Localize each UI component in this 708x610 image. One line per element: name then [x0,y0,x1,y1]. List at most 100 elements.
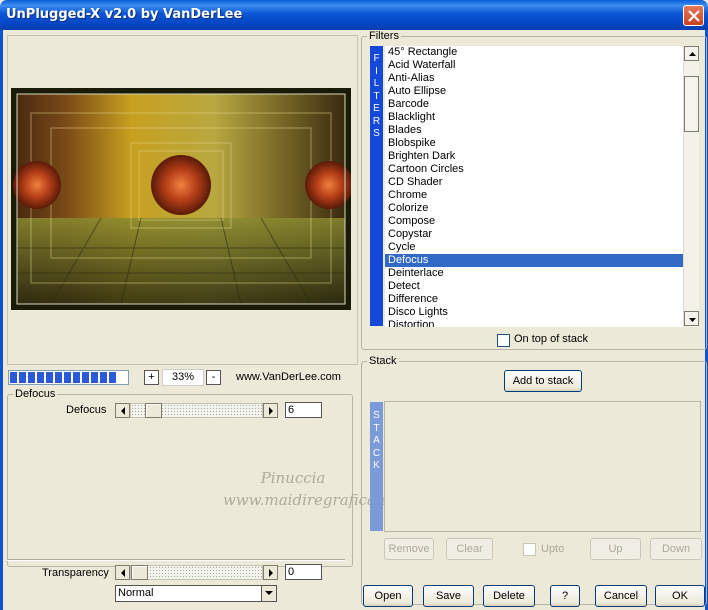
stack-list[interactable] [384,401,701,532]
list-item[interactable]: Acid Waterfall [385,59,683,72]
list-item[interactable]: Detect [385,280,683,293]
band-letter: R [372,115,381,127]
window-title: UnPlugged-X v2.0 by VanDerLee [6,7,243,22]
band-letter: K [373,460,380,471]
progress-segment [28,372,35,383]
defocus-value-field[interactable]: 6 [285,402,322,418]
title-bar[interactable]: UnPlugged-X v2.0 by VanDerLee [0,0,708,30]
list-item[interactable]: Deinterlace [385,267,683,280]
stack-group-title: Stack [367,355,399,367]
help-button[interactable]: ? [550,585,580,607]
filters-scrollbar[interactable] [683,46,699,327]
band-letter: F [373,53,380,64]
transparency-decrease-button[interactable] [115,565,130,580]
open-button[interactable]: Open [363,585,413,607]
arrow-right-icon [269,407,273,415]
band-letter: T [373,90,380,102]
list-item[interactable]: Auto Ellipse [385,85,683,98]
list-item[interactable]: Brighten Dark [385,150,683,163]
down-button[interactable]: Down [650,538,702,560]
clear-button[interactable]: Clear [446,538,493,560]
up-button[interactable]: Up [590,538,641,560]
arrow-left-icon [121,569,125,577]
cancel-button[interactable]: Cancel [595,585,647,607]
list-item[interactable]: Barcode [385,98,683,111]
defocus-increase-button[interactable] [263,403,278,418]
band-letter: I [375,65,378,77]
ok-button[interactable]: OK [655,585,705,607]
upto-checkbox[interactable] [523,543,536,556]
scroll-thumb[interactable] [684,76,699,132]
band-letter: L [373,78,380,89]
progress-segment [19,372,26,383]
delete-button[interactable]: Delete [483,585,535,607]
list-item[interactable]: Chrome [385,189,683,202]
add-to-stack-button[interactable]: Add to stack [504,370,582,392]
progress-segment [109,372,116,383]
list-item[interactable]: Difference [385,293,683,306]
transparency-slider[interactable] [130,565,263,580]
list-item[interactable]: Disco Lights [385,306,683,319]
list-item[interactable]: Blades [385,124,683,137]
on-top-checkbox[interactable] [497,334,510,347]
progress-segment [82,372,89,383]
list-item[interactable]: 45° Rectangle [385,46,683,59]
progress-segment [46,372,53,383]
on-top-label: On top of stack [514,333,588,345]
list-item[interactable]: Blacklight [385,111,683,124]
transparency-slider-thumb[interactable] [131,565,148,580]
defocus-slider-thumb[interactable] [145,403,162,418]
list-item[interactable]: Cycle [385,241,683,254]
progress-segment [64,372,71,383]
progress-segment [37,372,44,383]
remove-button[interactable]: Remove [384,538,434,560]
list-item[interactable]: Cartoon Circles [385,163,683,176]
list-item[interactable]: Blobspike [385,137,683,150]
progress-bar [8,370,129,385]
arrow-right-icon [269,569,273,577]
preview-image [11,88,351,310]
progress-segment [91,372,98,383]
chevron-down-icon [265,591,273,595]
blend-mode-select[interactable]: Normal [115,585,277,602]
zoom-out-button[interactable]: - [206,370,221,385]
list-item-selected[interactable]: Defocus [385,254,683,267]
transparency-increase-button[interactable] [263,565,278,580]
list-item[interactable]: CD Shader [385,176,683,189]
zoom-in-button[interactable]: + [144,370,159,385]
filters-band: FILTERS [370,46,383,326]
list-item[interactable]: Anti-Alias [385,72,683,85]
dialog-client: + 33% - www.VanDerLee.com Defocus Defocu… [0,30,708,610]
scroll-down-button[interactable] [684,311,699,326]
scroll-up-button[interactable] [684,46,699,61]
band-letter: S [373,410,380,421]
list-item[interactable]: Colorize [385,202,683,215]
progress-segment [55,372,62,383]
website-link[interactable]: www.VanDerLee.com [236,371,341,383]
band-letter: C [372,447,381,459]
filters-group-title: Filters [367,30,401,42]
stack-band: STACK [370,402,383,531]
list-item[interactable]: Distortion [385,319,683,327]
close-button[interactable] [683,5,704,26]
band-letter: E [373,103,380,114]
blend-mode-value: Normal [118,587,154,599]
transparency-value-field[interactable]: 0 [285,564,322,580]
preview-panel[interactable] [7,35,358,365]
watermark-line2: www.maidiregrafica.eu [223,491,400,509]
filters-list[interactable]: 45° Rectangle Acid Waterfall Anti-Alias Aut… [385,46,683,327]
effect-group-title: Defocus [13,388,58,400]
save-button[interactable]: Save [423,585,474,607]
zoom-level: 33% [162,369,204,386]
defocus-slider[interactable] [130,403,263,418]
list-item[interactable]: Copystar [385,228,683,241]
upto-label: Upto [541,543,565,555]
list-item[interactable]: Compose [385,215,683,228]
defocus-decrease-button[interactable] [115,403,130,418]
transparency-label: Transparency [42,567,109,579]
band-letter: A [373,435,380,446]
scroll-up-icon [689,52,696,56]
close-icon [688,10,700,22]
dropdown-button[interactable] [261,586,276,601]
divider [7,559,345,561]
